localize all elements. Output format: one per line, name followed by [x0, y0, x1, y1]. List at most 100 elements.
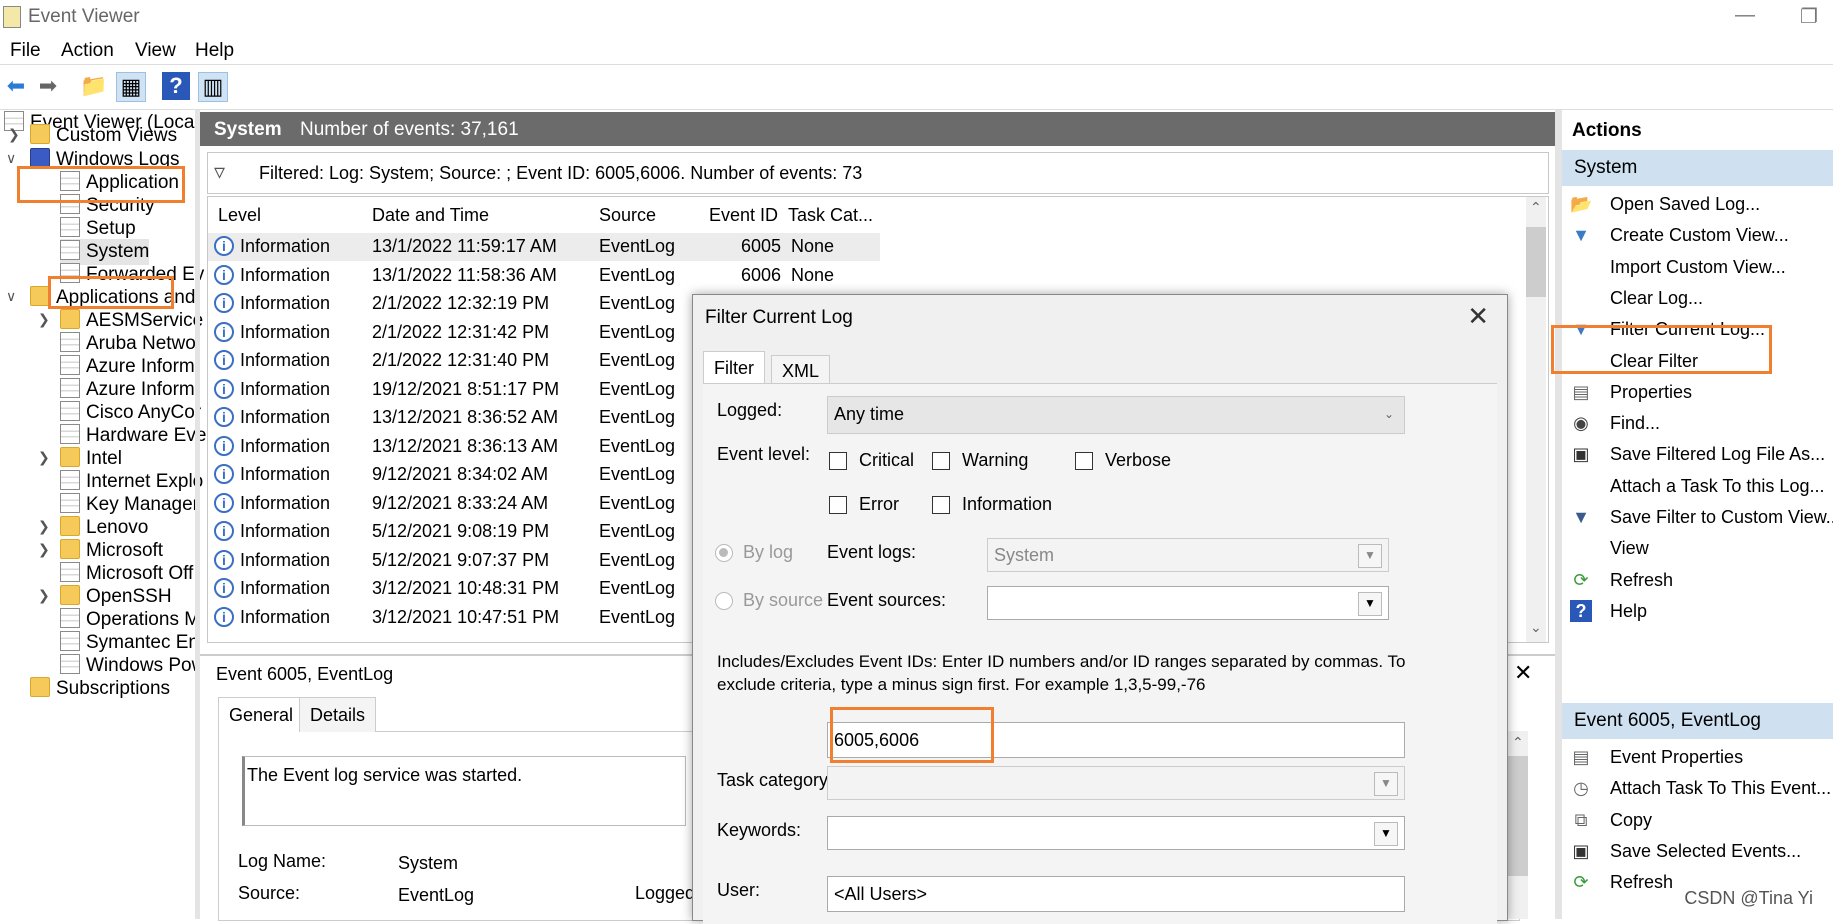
- scroll-thumb[interactable]: [1526, 227, 1546, 297]
- cell-level: Information: [240, 236, 331, 256]
- by-source-label: By source: [743, 590, 824, 610]
- event-sources-dropdown[interactable]: ▼: [987, 586, 1389, 620]
- cell-date: 3/12/2021 10:48:31 PM: [372, 578, 560, 598]
- refresh-icon: ⟳: [1573, 872, 1589, 893]
- menu-view[interactable]: View: [135, 40, 176, 62]
- by-log-radio[interactable]: [715, 544, 733, 562]
- information-checkbox[interactable]: [932, 496, 950, 514]
- chevron-right-icon[interactable]: ❯: [38, 518, 50, 535]
- minimize-icon[interactable]: —: [1735, 4, 1755, 27]
- cell-source: EventLog: [599, 549, 676, 570]
- task-category-dropdown[interactable]: ▼: [827, 766, 1405, 800]
- logged-label: Logged: [635, 883, 696, 903]
- column-header-level[interactable]: Level: [218, 205, 261, 226]
- chevron-right-icon[interactable]: ❯: [8, 126, 20, 143]
- scroll-down-icon[interactable]: ⌄: [1530, 619, 1542, 636]
- cell-level: Information: [240, 321, 331, 342]
- menu-action[interactable]: Action: [61, 40, 114, 62]
- log-icon: [60, 240, 80, 260]
- chevron-down-icon[interactable]: ∨: [6, 150, 16, 167]
- console-tree-icon[interactable]: ▦: [116, 72, 146, 102]
- verbose-checkbox[interactable]: [1075, 452, 1093, 470]
- chevron-right-icon[interactable]: ❯: [38, 541, 50, 558]
- column-header-event-id[interactable]: Event ID: [709, 205, 778, 226]
- menu-file[interactable]: File: [10, 40, 41, 62]
- actions-title: Actions: [1572, 120, 1642, 141]
- keywords-dropdown[interactable]: ▼: [827, 816, 1405, 850]
- information-icon: i: [214, 236, 234, 256]
- log-icon: [60, 493, 80, 513]
- filter-save-icon: ▼: [1572, 507, 1590, 527]
- cell-source: EventLog: [599, 264, 676, 285]
- by-source-radio[interactable]: [715, 592, 733, 610]
- event-logs-dropdown[interactable]: System ▼: [987, 538, 1389, 572]
- cell-level: Information: [240, 378, 331, 399]
- column-header-task-category[interactable]: Task Cat...: [788, 205, 873, 226]
- tab-xml[interactable]: XML: [771, 355, 831, 384]
- splitter[interactable]: [1555, 110, 1562, 919]
- tab-general[interactable]: General: [218, 697, 305, 732]
- cell-level: Information: [240, 521, 331, 541]
- chevron-right-icon[interactable]: ❯: [38, 449, 50, 466]
- help-icon[interactable]: ?: [162, 72, 190, 100]
- scroll-up-icon[interactable]: ⌃: [1512, 734, 1524, 751]
- column-header-date[interactable]: Date and Time: [372, 205, 489, 226]
- log-icon: [60, 378, 80, 398]
- folder-icon: [30, 124, 50, 144]
- console-tree: Event Viewer (Local) ❯ Custom Views ∨ Wi…: [0, 110, 206, 919]
- tab-filter[interactable]: Filter: [703, 351, 765, 384]
- chevron-down-icon[interactable]: ∨: [6, 288, 16, 305]
- event-detail-title: Event 6005, EventLog: [216, 664, 394, 684]
- chevron-down-icon: ▼: [1374, 772, 1398, 796]
- error-checkbox[interactable]: [829, 496, 847, 514]
- table-row[interactable]: i Information 13/1/2022 11:58:36 AM EventLo…: [208, 262, 880, 290]
- cell-level: Information: [240, 264, 331, 285]
- log-name-value: System: [398, 853, 459, 873]
- splitter[interactable]: [195, 110, 200, 919]
- folder-up-icon[interactable]: 📁: [80, 72, 108, 100]
- close-icon[interactable]: ✕: [1467, 301, 1489, 332]
- cell-date: 13/12/2021 8:36:52 AM: [372, 407, 559, 427]
- help-icon: ?: [1570, 599, 1592, 622]
- cell-level: Information: [240, 549, 331, 570]
- refresh-icon: ⟳: [1573, 569, 1589, 590]
- table-row[interactable]: i Information 13/1/2022 11:59:17 AM EventLo…: [208, 233, 880, 261]
- highlight-event-ids: [830, 707, 994, 763]
- column-header-source[interactable]: Source: [599, 205, 656, 226]
- warning-checkbox[interactable]: [932, 452, 950, 470]
- filter-icon: ▼: [1572, 225, 1590, 246]
- properties-icon: ▤: [1572, 381, 1590, 402]
- action-item[interactable]: ? Help: [1562, 593, 1833, 629]
- cell-date: 9/12/2021 8:34:02 AM: [372, 464, 549, 484]
- cell-id: 6005: [741, 236, 782, 256]
- folder-icon: [60, 447, 80, 467]
- chevron-right-icon[interactable]: ❯: [38, 311, 50, 328]
- log-name: System: [214, 119, 282, 140]
- logged-dropdown[interactable]: Any time ⌄: [827, 396, 1405, 434]
- scroll-up-icon[interactable]: ⌃: [1530, 199, 1542, 216]
- tree-custom-views[interactable]: Custom Views: [30, 123, 177, 149]
- folder-icon: [60, 309, 80, 329]
- forward-arrow-icon[interactable]: ➡: [34, 72, 62, 100]
- watermark: CSDN @Tina Yi: [1684, 888, 1813, 909]
- menu-help[interactable]: Help: [195, 40, 234, 62]
- back-arrow-icon[interactable]: ⬅: [2, 72, 30, 100]
- cell-date: 13/1/2022 11:58:36 AM: [372, 264, 557, 285]
- scroll-thumb[interactable]: [1508, 756, 1528, 876]
- log-icon: [60, 424, 80, 444]
- keywords-label: Keywords:: [717, 820, 802, 840]
- task-icon: ◷: [1573, 778, 1589, 799]
- information-label: Information: [962, 494, 1053, 514]
- close-icon[interactable]: ✕: [1514, 660, 1532, 686]
- action-pane-icon[interactable]: ▥: [198, 72, 228, 102]
- tab-details[interactable]: Details: [299, 697, 377, 732]
- restore-icon[interactable]: ❐: [1800, 4, 1818, 29]
- action-label: Help: [1610, 600, 1648, 621]
- chevron-right-icon[interactable]: ❯: [38, 587, 50, 604]
- user-input[interactable]: <All Users>: [827, 876, 1405, 912]
- critical-checkbox[interactable]: [829, 452, 847, 470]
- cell-source: EventLog: [599, 293, 676, 313]
- cell-source: EventLog: [599, 407, 676, 427]
- tree-subscriptions[interactable]: Subscriptions: [30, 676, 170, 702]
- logged-label: Logged:: [717, 400, 783, 420]
